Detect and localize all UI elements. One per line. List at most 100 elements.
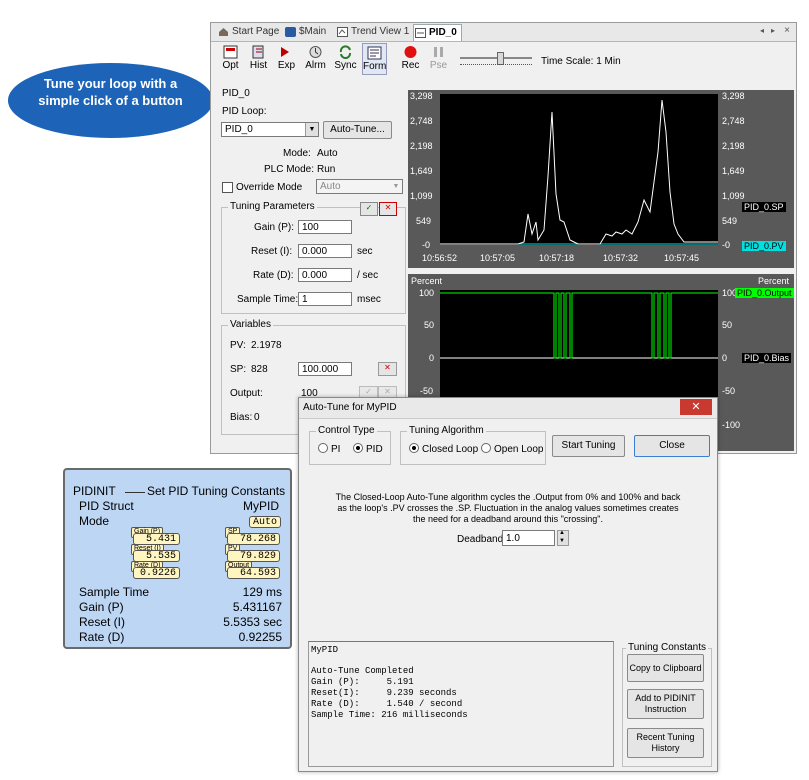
- trend-y-right-4: 1,099: [722, 191, 745, 201]
- output-display: 64.593: [227, 567, 280, 579]
- legend-bias: PID_0.Bias: [742, 353, 792, 363]
- legend-output: PID_0.Output: [735, 288, 794, 298]
- control-type-group: Control Type PI PID: [309, 425, 391, 465]
- radio-closed-loop[interactable]: Closed Loop: [409, 443, 478, 455]
- trend-plot[interactable]: [440, 94, 718, 245]
- description-line-1: The Closed-Loop Auto-Tune algorithm cycl…: [335, 492, 681, 502]
- gain-label: Gain (P):: [254, 222, 295, 233]
- deadband-spinner[interactable]: ▲ ▼: [557, 530, 569, 546]
- pid-loop-select[interactable]: PID_0 ▼: [221, 122, 319, 137]
- tool-sync[interactable]: Sync: [333, 43, 358, 75]
- dialog-close-button[interactable]: ✕: [680, 399, 712, 415]
- tool-label: Rec: [401, 60, 420, 71]
- spinner-up-icon[interactable]: ▲: [559, 530, 565, 536]
- sp-label: SP:: [230, 364, 247, 375]
- pidinit-block[interactable]: PIDINIT Set PID Tuning Constants PID Str…: [63, 468, 292, 649]
- dialog-title: Auto-Tune for MyPID: [303, 402, 397, 413]
- trend-y-left-3: 1,649: [410, 166, 433, 176]
- reset-input[interactable]: 0.000: [298, 244, 352, 258]
- radio-pi[interactable]: PI: [318, 443, 340, 455]
- output-y-right-4: -100: [722, 420, 741, 430]
- pause-icon: [434, 47, 443, 57]
- time-scale-label: Time Scale: 1 Min: [541, 56, 621, 67]
- results-line: Gain (P): 5.191: [311, 677, 414, 687]
- tool-exp[interactable]: Exp: [274, 43, 299, 75]
- row-value: 5.431167: [232, 600, 282, 614]
- radio-open-indicator: [481, 443, 491, 453]
- callout-text-2: simple click of a button: [38, 93, 183, 108]
- tool-label: Alrm: [305, 60, 326, 71]
- tool-form[interactable]: Form: [362, 43, 387, 75]
- override-label: Override Mode: [236, 182, 303, 193]
- results-line: Auto-Tune Completed: [311, 666, 414, 676]
- pid-struct-label: PID Struct: [79, 499, 134, 513]
- trend-x-2: 10:57:18: [539, 253, 575, 263]
- results-line: Rate (D): 1.540 / second: [311, 699, 463, 709]
- trend-y-right-0: 3,298: [722, 91, 745, 101]
- rate-input[interactable]: 0.000: [298, 268, 352, 282]
- pidinit-header-left: PIDINIT: [73, 484, 116, 498]
- callout-bubble: Tune your loop with a simple click of a …: [8, 63, 213, 138]
- time-scale-slider[interactable]: [460, 52, 532, 69]
- pid-icon: [415, 28, 426, 38]
- override-select[interactable]: Auto ▼: [316, 179, 403, 194]
- tuning-constants-title: Tuning Constants: [626, 642, 709, 653]
- rate-label: Rate (D):: [253, 270, 294, 281]
- plc-mode-value: Run: [317, 164, 336, 175]
- recent-tuning-history-button[interactable]: Recent Tuning History: [627, 728, 704, 758]
- close-button[interactable]: Close: [634, 435, 710, 457]
- trend-x-4: 10:57:45: [664, 253, 700, 263]
- trend-icon: [337, 27, 348, 37]
- description-line-2: as the loop's .PV crosses the .SP. Fluct…: [337, 503, 679, 513]
- copy-to-clipboard-button[interactable]: Copy to Clipboard: [627, 654, 704, 682]
- output-series: [440, 292, 718, 359]
- tab-scroll-left-icon[interactable]: ◂: [760, 26, 764, 35]
- radio-open-loop[interactable]: Open Loop: [481, 443, 544, 455]
- sp-input[interactable]: 100.000: [298, 362, 352, 376]
- tool-alrm[interactable]: Alrm: [303, 43, 328, 75]
- export-icon: [281, 47, 289, 57]
- tune-cancel-icon[interactable]: ✕: [379, 202, 397, 216]
- sample-time-input[interactable]: 1: [298, 292, 352, 306]
- results-title: MyPID: [311, 645, 339, 655]
- bias-label: Bias:: [230, 412, 253, 423]
- override-checkbox[interactable]: [222, 182, 233, 193]
- tab-pid[interactable]: PID_0: [413, 24, 462, 41]
- tool-rec[interactable]: Rec: [398, 43, 423, 75]
- pv-label: PV:: [230, 340, 246, 351]
- tuning-parameters-title: Tuning Parameters: [228, 201, 317, 212]
- gain-input[interactable]: 100: [298, 220, 352, 234]
- autotune-button[interactable]: Auto-Tune...: [323, 121, 392, 139]
- legend-pv: PID_0.PV: [742, 241, 786, 251]
- sp-apply-icon[interactable]: ✕: [378, 362, 397, 376]
- chevron-down-icon: ▼: [392, 183, 400, 190]
- output-label: Output:: [230, 388, 263, 399]
- tab-start-page[interactable]: Start Page: [217, 24, 279, 40]
- row-value: 129 ms: [242, 585, 282, 599]
- tab-label: PID_0: [429, 27, 457, 38]
- output-y-left-1: 50: [424, 320, 435, 330]
- tab-trend-view[interactable]: Trend View 1: [336, 24, 409, 40]
- radio-pi-label: PI: [331, 444, 341, 455]
- alarm-icon: [309, 46, 322, 58]
- add-to-pidinit-button[interactable]: Add to PIDINIT Instruction: [627, 689, 704, 719]
- spinner-down-icon[interactable]: ▼: [559, 538, 565, 544]
- tab-main[interactable]: $Main: [284, 24, 326, 40]
- radio-pid[interactable]: PID: [353, 443, 383, 455]
- output-y-left-2: 0: [429, 353, 435, 363]
- tool-hist[interactable]: Hist: [246, 43, 271, 75]
- history-button-line-1: Recent Tuning: [636, 732, 695, 742]
- deadband-input[interactable]: 1.0: [502, 530, 555, 546]
- tool-pse[interactable]: Pse: [426, 43, 451, 75]
- tune-apply-icon[interactable]: ✓: [360, 202, 378, 216]
- ladder-icon: [285, 27, 296, 37]
- trend-y-right-1: 2,748: [722, 116, 745, 126]
- start-tuning-button[interactable]: Start Tuning: [552, 435, 625, 457]
- output-y-left-3: -50: [420, 386, 434, 396]
- close-icon[interactable]: ×: [784, 25, 790, 36]
- trend-x-1: 10:57:05: [480, 253, 516, 263]
- radio-closed-indicator: [409, 443, 419, 453]
- tab-scroll-right-icon[interactable]: ▸: [771, 26, 775, 35]
- tool-opt[interactable]: Opt: [218, 43, 243, 75]
- rate-display: 0.9226: [133, 567, 180, 579]
